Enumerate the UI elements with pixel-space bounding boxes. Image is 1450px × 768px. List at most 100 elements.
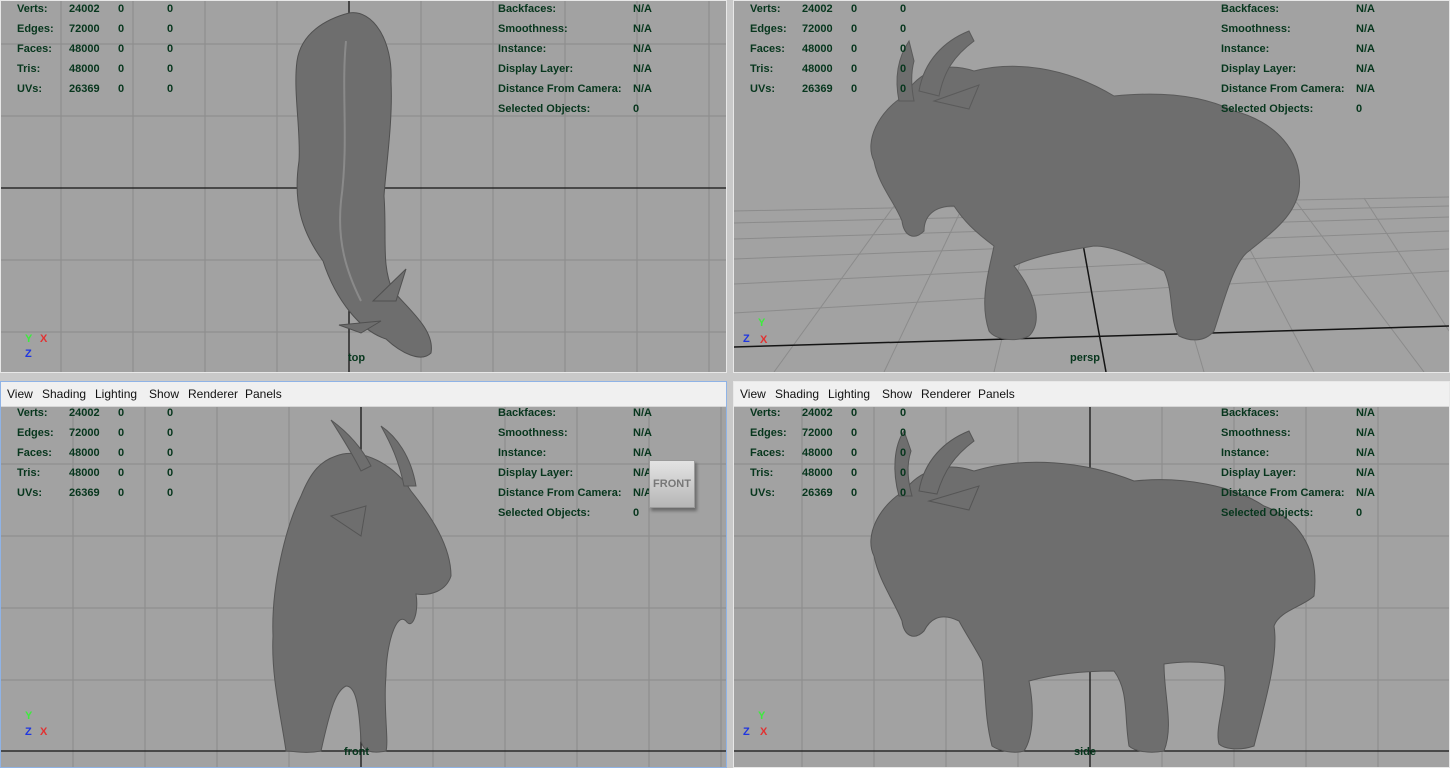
hud-value: 0 — [167, 487, 174, 499]
hud-value: N/A — [633, 23, 652, 35]
hud-value: 0 — [633, 103, 640, 115]
viewport-side[interactable]: View Shading Lighting Show Renderer Pane… — [733, 381, 1450, 768]
hud-value: 72000 — [802, 23, 833, 35]
viewport-canvas-top[interactable]: Verts: 24002 0 0 Edges: 72000 0 0 Faces: 48000 0… — [1, 1, 726, 372]
hud-value: 0 — [167, 3, 174, 15]
menu-view[interactable]: View — [7, 387, 33, 401]
hud-label: Smoothness: — [498, 427, 568, 439]
viewport-canvas-persp[interactable]: Verts: 24002 0 0 Edges: 72000 0 0 Faces: 48000 0… — [734, 1, 1449, 372]
hud-value: 48000 — [802, 43, 833, 55]
viewport-persp[interactable]: Verts: 24002 0 0 Edges: 72000 0 0 Faces: 48000 0… — [733, 0, 1450, 373]
hud-value: 0 — [900, 23, 907, 35]
hud-label: Tris: — [750, 467, 774, 479]
hud-value: 0 — [118, 447, 125, 459]
hud-value: 0 — [851, 63, 858, 75]
menu-view[interactable]: View — [740, 387, 766, 401]
hud-value: 24002 — [802, 3, 833, 15]
hud-label: Backfaces: — [1221, 3, 1280, 15]
hud-label: Faces: — [17, 43, 52, 55]
hud-value: 0 — [900, 3, 907, 15]
hud-label: Instance: — [498, 43, 547, 55]
hud-value: 0 — [851, 427, 858, 439]
camera-label-persp: persp — [1070, 352, 1100, 364]
camera-label-side: side — [1074, 746, 1097, 758]
menu-shading[interactable]: Shading — [42, 387, 86, 401]
hud-label: Faces: — [750, 447, 785, 459]
hud-label: Instance: — [1221, 43, 1270, 55]
menu-renderer[interactable]: Renderer — [921, 387, 971, 401]
hud-label: Distance From Camera: — [498, 83, 622, 95]
viewport-canvas-front[interactable]: Verts: 24002 0 0 Edges: 72000 0 0 Faces: 48000 0… — [1, 406, 726, 767]
menu-show[interactable]: Show — [149, 387, 179, 401]
hud-value: 0 — [851, 43, 858, 55]
hud-label: UVs: — [750, 487, 776, 499]
hud-value: 48000 — [69, 447, 100, 459]
hud-label: Selected Objects: — [1221, 103, 1314, 115]
menu-show[interactable]: Show — [882, 387, 912, 401]
hud-label: Display Layer: — [1221, 467, 1297, 479]
view-cube[interactable]: FRONT — [649, 460, 695, 508]
hud-label: UVs: — [17, 487, 43, 499]
axis-y-icon: Y — [758, 710, 766, 722]
hud-label: Backfaces: — [498, 3, 557, 15]
hud-value: 0 — [851, 487, 858, 499]
hud-value: 72000 — [802, 427, 833, 439]
hud-value: 48000 — [69, 467, 100, 479]
hud-value: 0 — [851, 3, 858, 15]
hud-label: UVs: — [750, 83, 776, 95]
hud-value: N/A — [1356, 3, 1375, 15]
hud-value: N/A — [1356, 83, 1375, 95]
menu-lighting[interactable]: Lighting — [828, 387, 870, 401]
hud-value: 48000 — [802, 63, 833, 75]
viewport-top[interactable]: Verts: 24002 0 0 Edges: 72000 0 0 Faces: 48000 0… — [0, 0, 727, 373]
viewport-front[interactable]: View Shading Lighting Show Renderer Pane… — [0, 381, 727, 768]
hud-label: Distance From Camera: — [1221, 83, 1345, 95]
hud-value: 72000 — [69, 23, 100, 35]
hud-value: N/A — [633, 427, 652, 439]
hud-label: Smoothness: — [1221, 23, 1291, 35]
hud-value: 0 — [118, 23, 125, 35]
menu-lighting[interactable]: Lighting — [95, 387, 137, 401]
side-grid-scene — [734, 406, 1449, 767]
hud-value: N/A — [633, 63, 652, 75]
hud-value: 0 — [900, 407, 907, 419]
hud-value: 0 — [167, 23, 174, 35]
hud-label: Verts: — [750, 3, 781, 15]
hud-value: 0 — [167, 43, 174, 55]
hud-value: 0 — [1356, 507, 1363, 519]
hud-label: Smoothness: — [1221, 427, 1291, 439]
viewport-canvas-side[interactable]: Verts: 24002 0 0 Edges: 72000 0 0 Faces: 48000 0… — [734, 406, 1449, 767]
hud-value: 72000 — [69, 427, 100, 439]
camera-label-front: front — [344, 746, 370, 758]
hud-label: Verts: — [750, 407, 781, 419]
hud-label: Selected Objects: — [498, 103, 591, 115]
hud-label: Selected Objects: — [1221, 507, 1314, 519]
axis-z-icon: Z — [25, 348, 32, 360]
hud-value: N/A — [1356, 43, 1375, 55]
goat-model-persp — [870, 30, 1301, 341]
hud-value: 0 — [118, 467, 125, 479]
hud-value: 0 — [851, 467, 858, 479]
goat-model-front — [272, 419, 452, 753]
goat-model-top — [295, 12, 432, 358]
hud-label: UVs: — [17, 83, 43, 95]
hud-label: Display Layer: — [1221, 63, 1297, 75]
hud-value: 0 — [167, 63, 174, 75]
axis-x-icon: X — [760, 726, 768, 738]
menu-shading[interactable]: Shading — [775, 387, 819, 401]
hud-value: N/A — [633, 447, 652, 459]
menu-renderer[interactable]: Renderer — [188, 387, 238, 401]
hud-label: Selected Objects: — [498, 507, 591, 519]
hud-value: N/A — [1356, 427, 1375, 439]
hud-value: 0 — [900, 63, 907, 75]
front-grid-scene — [1, 406, 726, 767]
menu-panels[interactable]: Panels — [978, 387, 1015, 401]
axis-x-icon: X — [40, 333, 48, 345]
hud-value: 0 — [167, 467, 174, 479]
hud-label: Backfaces: — [498, 407, 557, 419]
hud-value: 0 — [900, 467, 907, 479]
hud-value: 0 — [118, 407, 125, 419]
menu-panels[interactable]: Panels — [245, 387, 282, 401]
hud-label: Distance From Camera: — [498, 487, 622, 499]
hud-value: 0 — [851, 83, 858, 95]
